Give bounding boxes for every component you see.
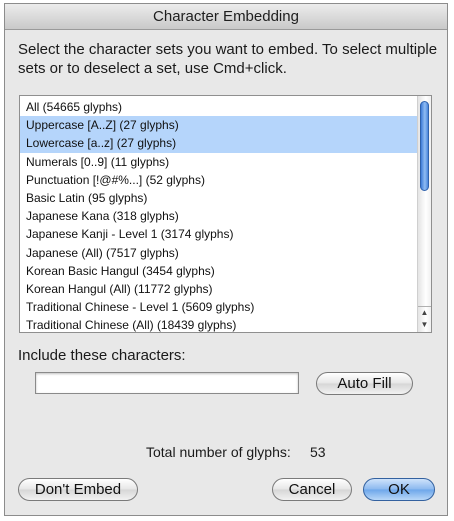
- charset-list-item[interactable]: All (54665 glyphs): [20, 98, 418, 116]
- window-title: Character Embedding: [5, 4, 447, 30]
- include-characters-label: Include these characters:: [18, 347, 186, 364]
- charset-list-item[interactable]: Japanese (All) (7517 glyphs): [20, 244, 418, 262]
- cancel-button[interactable]: Cancel: [272, 478, 352, 501]
- charset-list-item[interactable]: Lowercase [a..z] (27 glyphs): [20, 134, 418, 153]
- scroll-up-arrow-icon[interactable]: ▲: [418, 306, 431, 319]
- charset-list-item[interactable]: Japanese Kanji - Level 1 (3174 glyphs): [20, 225, 418, 243]
- dont-embed-button[interactable]: Don't Embed: [18, 478, 138, 501]
- charset-list-item[interactable]: Uppercase [A..Z] (27 glyphs): [20, 116, 418, 135]
- include-characters-input[interactable]: [35, 372, 299, 394]
- charset-list-item[interactable]: Korean Basic Hangul (3454 glyphs): [20, 262, 418, 280]
- charset-list-item[interactable]: Traditional Chinese (All) (18439 glyphs): [20, 316, 418, 332]
- character-embedding-dialog: Character Embedding Select the character…: [4, 3, 448, 516]
- total-glyphs-label: Total number of glyphs:: [146, 444, 291, 460]
- charset-list-item[interactable]: Japanese Kana (318 glyphs): [20, 207, 418, 225]
- ok-button[interactable]: OK: [363, 478, 435, 501]
- list-scrollbar[interactable]: ▲ ▼: [417, 96, 431, 332]
- charset-list-item[interactable]: Traditional Chinese - Level 1 (5609 glyp…: [20, 298, 418, 316]
- charset-list-item[interactable]: Korean Hangul (All) (11772 glyphs): [20, 280, 418, 298]
- total-glyphs-value: 53: [310, 444, 326, 460]
- scroll-down-arrow-icon[interactable]: ▼: [418, 319, 431, 331]
- instructions-text: Select the character sets you want to em…: [18, 41, 438, 77]
- charset-list-item[interactable]: Punctuation [!@#%...] (52 glyphs): [20, 171, 418, 189]
- auto-fill-button[interactable]: Auto Fill: [316, 372, 413, 395]
- scrollbar-thumb[interactable]: [420, 101, 429, 191]
- charset-list: All (54665 glyphs) Uppercase [A..Z] (27 g…: [20, 98, 418, 332]
- charset-list-item[interactable]: Basic Latin (95 glyphs): [20, 189, 418, 207]
- charset-list-item[interactable]: Numerals [0..9] (11 glyphs): [20, 153, 418, 171]
- charset-listbox[interactable]: All (54665 glyphs) Uppercase [A..Z] (27 g…: [19, 95, 432, 333]
